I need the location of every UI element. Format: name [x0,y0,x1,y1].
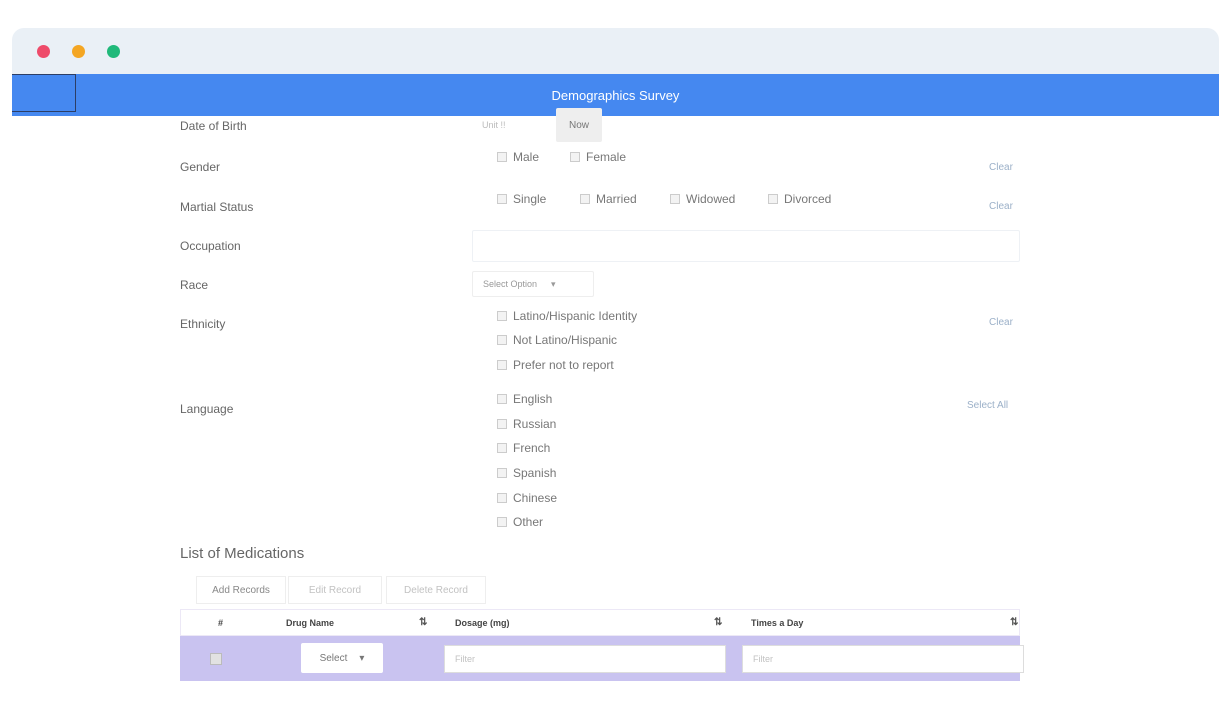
marital-option-divorced[interactable]: Divorced [768,192,831,206]
language-option-english[interactable]: English [497,392,552,406]
language-option-french[interactable]: French [497,441,550,455]
chevron-down-icon: ▾ [551,278,556,289]
sort-times-icon[interactable]: ⇅ [1010,617,1018,628]
checkbox-icon [497,335,507,345]
checkbox-icon [497,419,507,429]
option-label: Female [586,150,627,164]
ethnicity-option-latino[interactable]: Latino/Hispanic Identity [497,309,637,323]
times-filter-input[interactable]: Filter [742,645,1024,673]
chevron-down-icon: ▾ [359,652,365,664]
medications-section-title: List of Medications [180,545,305,562]
checkbox-icon [497,360,507,370]
add-records-button[interactable]: Add Records [196,576,286,604]
option-label: Divorced [784,192,832,206]
marital-option-single[interactable]: Single [497,192,546,206]
gender-label: Gender [180,160,221,174]
option-label: Widowed [686,192,736,206]
column-header-index: # [218,618,224,628]
occupation-label: Occupation [180,239,241,253]
checkbox-icon [497,468,507,478]
delete-record-button[interactable]: Delete Record [386,576,486,604]
sort-drug-icon[interactable]: ⇅ [419,617,427,628]
marital-clear-link[interactable]: Clear [989,201,1013,212]
gender-option-male[interactable]: Male [497,150,539,164]
gender-clear-link[interactable]: Clear [989,162,1013,173]
column-header-drug-name[interactable]: Drug Name [286,618,334,628]
checkbox-icon [497,311,507,321]
ethnicity-option-not-latino[interactable]: Not Latino/Hispanic [497,333,617,347]
checkbox-icon [570,152,580,162]
option-label: Prefer not to report [513,358,614,372]
occupation-input[interactable] [472,230,1020,262]
checkbox-icon [497,194,507,204]
race-label: Race [180,278,209,292]
language-label: Language [180,402,234,416]
edit-record-button[interactable]: Edit Record [288,576,382,604]
checkbox-icon [580,194,590,204]
option-label: French [513,441,551,455]
maximize-window-button[interactable] [107,45,120,58]
header-bar: Demographics Survey [12,74,1219,116]
drug-name-select[interactable]: Select ▾ [301,643,383,673]
marital-label: Martial Status [180,200,254,214]
language-option-other[interactable]: Other [497,515,543,529]
checkbox-icon [497,152,507,162]
ethnicity-label: Ethnicity [180,317,226,331]
option-label: Married [596,192,637,206]
race-select[interactable]: Select Option ▾ [472,271,594,297]
title-bar [12,28,1219,74]
language-option-chinese[interactable]: Chinese [497,491,557,505]
dob-now-button[interactable]: Now [556,108,602,142]
option-label: Not Latino/Hispanic [513,333,618,347]
gender-option-female[interactable]: Female [570,150,626,164]
dosage-filter-input[interactable]: Filter [444,645,726,673]
option-label: English [513,392,553,406]
marital-option-married[interactable]: Married [580,192,637,206]
sort-dosage-icon[interactable]: ⇅ [714,617,722,628]
checkbox-icon [497,517,507,527]
row-checkbox[interactable] [210,653,222,665]
ethnicity-option-prefer-not[interactable]: Prefer not to report [497,358,614,372]
option-label: Russian [513,417,557,431]
checkbox-icon [497,443,507,453]
ethnicity-clear-link[interactable]: Clear [989,317,1013,328]
close-window-button[interactable] [37,45,50,58]
language-option-russian[interactable]: Russian [497,417,556,431]
checkbox-icon [497,394,507,404]
race-select-value: Select Option [483,279,538,289]
table-row: Select ▾ Filter Filter [180,636,1024,681]
page-title: Demographics Survey [551,87,680,103]
dob-input[interactable]: Unit !! [472,108,556,142]
drug-select-value: Select [319,652,348,664]
medications-table-header: # Drug Name ⇅ Dosage (mg) ⇅ Times a Day … [180,609,1020,636]
option-label: Male [513,150,540,164]
dob-label: Date of Birth [180,119,247,133]
option-label: Latino/Hispanic Identity [513,309,638,323]
checkbox-icon [497,493,507,503]
column-header-times-a-day[interactable]: Times a Day [751,618,803,628]
checkbox-icon [768,194,778,204]
menu-toggle-button[interactable] [12,74,76,112]
checkbox-icon [670,194,680,204]
marital-option-widowed[interactable]: Widowed [670,192,735,206]
language-option-spanish[interactable]: Spanish [497,466,556,480]
option-label: Chinese [513,491,558,505]
option-label: Spanish [513,466,557,480]
column-header-dosage[interactable]: Dosage (mg) [455,618,510,628]
option-label: Single [513,192,547,206]
minimize-window-button[interactable] [72,45,85,58]
option-label: Other [513,515,544,529]
language-select-all-link[interactable]: Select All [967,400,1008,411]
